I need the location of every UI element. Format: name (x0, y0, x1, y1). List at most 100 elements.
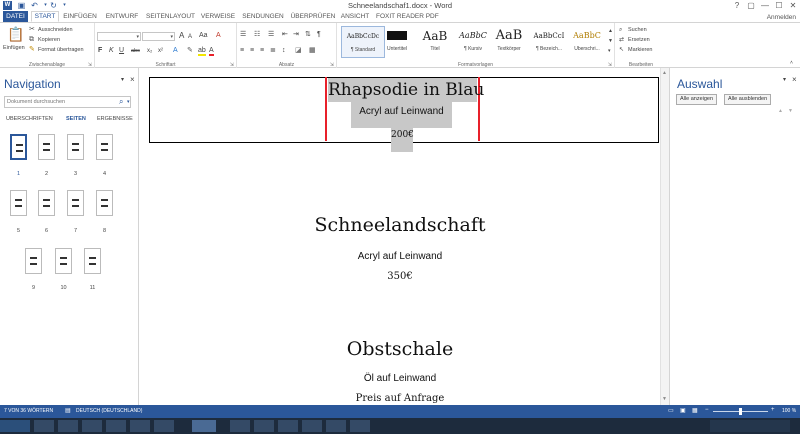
increase-indent-icon[interactable]: ⇥ (293, 31, 299, 39)
taskbar-app-icon[interactable] (154, 420, 174, 432)
replace-icon[interactable]: ⇄ (619, 36, 624, 44)
tab-start[interactable]: START (31, 11, 59, 22)
show-marks-icon[interactable]: ¶ (317, 31, 321, 39)
strikethrough-button[interactable]: abc (131, 47, 140, 55)
tab-entwurf[interactable]: ENTWURF (104, 11, 140, 22)
decrease-indent-icon[interactable]: ⇤ (282, 31, 288, 39)
superscript-button[interactable]: x² (158, 47, 163, 55)
justify-icon[interactable]: ≣ (270, 47, 276, 55)
search-dropdown-icon[interactable]: ▾ (127, 99, 130, 105)
replace-button[interactable]: Ersetzen (628, 37, 650, 43)
size-dropdown-icon[interactable]: ▾ (170, 33, 173, 41)
change-case-button[interactable]: Aa (199, 32, 208, 40)
tab-ansicht[interactable]: ANSICHT (340, 11, 370, 22)
cut-button[interactable]: Ausschneiden (38, 27, 73, 33)
taskbar-app-icon[interactable] (278, 420, 298, 432)
font-dropdown-icon[interactable]: ▾ (136, 33, 139, 41)
doc-price-rhapsodie[interactable]: 200€ (391, 128, 414, 152)
format-painter-button[interactable]: Format übertragen (38, 47, 84, 53)
language-status[interactable]: DEUTSCH (DEUTSCHLAND) (76, 408, 142, 414)
tab-sendungen[interactable]: SENDUNGEN (241, 11, 285, 22)
print-layout-icon[interactable]: ▣ (680, 407, 686, 414)
taskbar-app-icon[interactable] (254, 420, 274, 432)
page-thumbnail[interactable] (38, 134, 55, 160)
web-layout-icon[interactable]: ▦ (692, 407, 698, 414)
multilevel-list-icon[interactable]: ☰ (268, 31, 274, 39)
copy-button[interactable]: Kopieren (38, 37, 60, 43)
nav-tab-headings[interactable]: ÜBERSCHRIFTEN (6, 116, 56, 122)
bold-button[interactable]: F (98, 47, 102, 55)
clear-format-button[interactable]: A (216, 32, 221, 40)
doc-medium-rhapsodie[interactable]: Acryl auf Leinwand (351, 102, 452, 128)
taskbar-word-icon[interactable] (192, 420, 216, 432)
zoom-level[interactable]: 100 % (782, 408, 796, 414)
italic-button[interactable]: K (109, 47, 114, 55)
tab-einfuegen[interactable]: EINFÜGEN (62, 11, 98, 22)
align-center-icon[interactable]: ≡ (250, 47, 254, 55)
start-icon[interactable] (0, 420, 30, 432)
nav-tab-pages[interactable]: SEITEN (66, 116, 86, 122)
select-button[interactable]: Markieren (628, 47, 652, 53)
doc-medium-obstschale[interactable]: Öl auf Leinwand (140, 373, 660, 384)
tab-ueberpruefen[interactable]: ÜBERPRÜFEN (290, 11, 336, 22)
page-thumbnail[interactable] (55, 248, 72, 274)
font-name-combo[interactable]: ▾ (97, 32, 141, 41)
doc-medium-schneelandschaft[interactable]: Acryl auf Leinwand (140, 251, 660, 262)
scroll-down-icon[interactable]: ▼ (662, 396, 667, 402)
word-count[interactable]: 7 VON 36 WÖRTERN (4, 408, 53, 414)
page-thumbnail[interactable] (67, 190, 84, 216)
page-thumbnail[interactable] (96, 134, 113, 160)
hide-all-button[interactable]: Alle ausblenden (724, 94, 772, 105)
ribbon-display-button[interactable]: ▢ (744, 0, 758, 11)
taskbar-app-icon[interactable] (82, 420, 102, 432)
subscript-button[interactable]: x₂ (147, 47, 152, 55)
doc-price-schneelandschaft[interactable]: 350€ (140, 271, 660, 282)
font-color-icon[interactable]: A (209, 47, 214, 56)
zoom-out-icon[interactable]: − (705, 407, 709, 413)
proofing-icon[interactable]: ▤ (65, 407, 71, 414)
vertical-scrollbar[interactable]: ▲ ▼ (660, 68, 669, 405)
taskbar-app-icon[interactable] (230, 420, 250, 432)
tab-verweise[interactable]: VERWEISE (200, 11, 236, 22)
numbering-icon[interactable]: ☷ (254, 31, 260, 39)
style-ueberschrift[interactable]: AaBbC Überschri... (567, 26, 607, 58)
format-painter-icon[interactable]: ✎ (29, 46, 35, 54)
shrink-font-button[interactable]: A (188, 33, 192, 41)
find-icon[interactable]: ⌕ (619, 26, 622, 34)
paste-icon[interactable]: 📋 (7, 27, 24, 41)
page-thumbnail[interactable] (10, 134, 27, 160)
bring-forward-icon[interactable]: ▲ (778, 108, 783, 114)
maximize-button[interactable]: ☐ (772, 0, 786, 11)
zoom-in-icon[interactable]: + (771, 407, 775, 413)
style-textkoerper[interactable]: AaB Textkörper (487, 26, 531, 58)
highlight-icon[interactable]: ✎ (187, 47, 193, 55)
shading-icon[interactable]: ◪ (295, 47, 302, 55)
highlight-color-icon[interactable]: ab (198, 47, 206, 56)
taskbar-app-icon[interactable] (302, 420, 322, 432)
taskbar-app-icon[interactable] (326, 420, 346, 432)
doc-price-obstschale[interactable]: Preis auf Anfrage (140, 393, 660, 404)
styles-scroll-up-icon[interactable]: ▲ (608, 27, 613, 35)
close-button[interactable]: ✕ (786, 0, 800, 11)
search-icon[interactable]: ⌕ (119, 97, 123, 107)
taskbar-app-icon[interactable] (34, 420, 54, 432)
cut-icon[interactable]: ✂ (29, 26, 35, 34)
select-icon[interactable]: ↖ (619, 46, 624, 54)
taskbar-app-icon[interactable] (58, 420, 78, 432)
align-right-icon[interactable]: ≡ (260, 47, 264, 55)
document-area[interactable]: Rhapsodie in Blau Acryl auf Leinwand 200… (140, 68, 669, 405)
selection-options-icon[interactable]: ▾ (783, 76, 786, 83)
tab-datei[interactable]: DATEI (3, 11, 28, 22)
taskbar-app-icon[interactable] (350, 420, 370, 432)
scroll-up-icon[interactable]: ▲ (662, 70, 667, 76)
sort-icon[interactable]: ⇅ (305, 31, 311, 39)
read-mode-icon[interactable]: ▭ (668, 407, 674, 414)
page-thumbnail[interactable] (67, 134, 84, 160)
bullets-icon[interactable]: ☰ (240, 31, 246, 39)
font-size-combo[interactable]: ▾ (142, 32, 175, 41)
copy-icon[interactable]: ⧉ (29, 36, 34, 44)
sign-in-link[interactable]: Anmelden (767, 14, 796, 21)
styles-more-icon[interactable]: ▾ (608, 47, 611, 55)
tab-foxit[interactable]: FOXIT READER PDF (376, 11, 439, 22)
tab-seitenlayout[interactable]: SEITENLAYOUT (146, 11, 195, 22)
